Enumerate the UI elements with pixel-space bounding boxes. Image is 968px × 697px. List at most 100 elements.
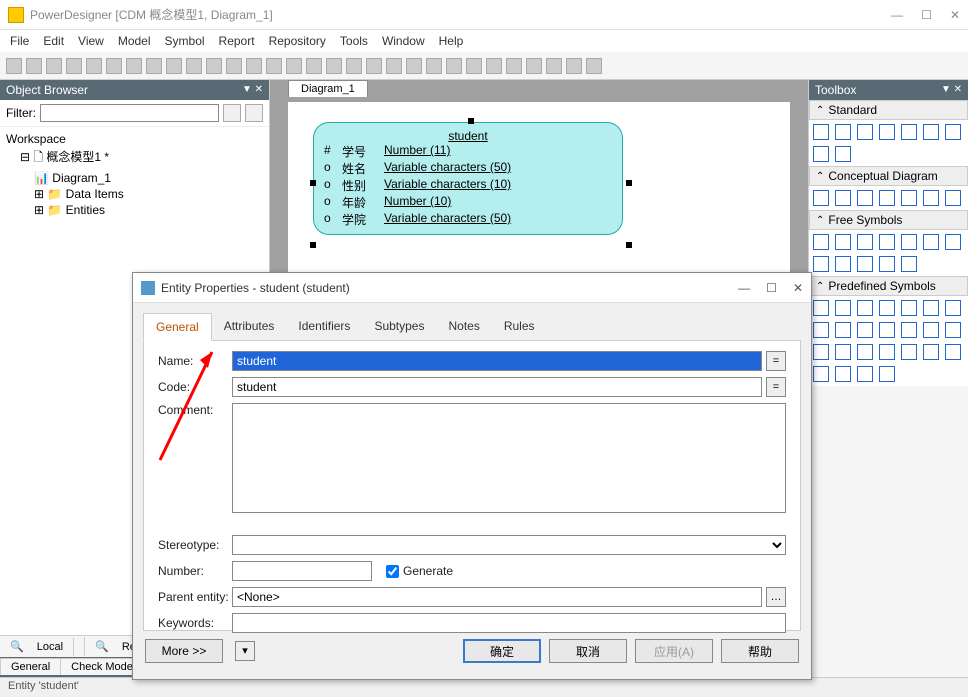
- bottom-tab-general[interactable]: General: [0, 658, 61, 675]
- browser-tab-local[interactable]: 🔍 Local: [0, 637, 85, 656]
- tree-node-diagram[interactable]: 📊 Diagram_1: [6, 170, 263, 186]
- toolbar-icon[interactable]: [586, 58, 602, 74]
- tool-misc-icon[interactable]: [857, 366, 873, 382]
- toolbar-icon[interactable]: [226, 58, 242, 74]
- parent-browse-button[interactable]: …: [766, 587, 786, 607]
- ok-button[interactable]: 确定: [463, 639, 541, 663]
- toolbar-icon[interactable]: [126, 58, 142, 74]
- tool-arc-icon[interactable]: [857, 234, 873, 250]
- toolbar-icon[interactable]: [206, 58, 222, 74]
- window-minimize-button[interactable]: —: [891, 8, 903, 22]
- toolbar-icon[interactable]: [246, 58, 262, 74]
- tool-cloud-icon[interactable]: [945, 322, 961, 338]
- tree-node-model[interactable]: ⊟ 🗋 概念模型1 *: [6, 147, 263, 170]
- menu-model[interactable]: Model: [118, 34, 151, 48]
- menu-symbol[interactable]: Symbol: [165, 34, 205, 48]
- toolbar-icon[interactable]: [486, 58, 502, 74]
- selection-handle[interactable]: [626, 180, 632, 186]
- toolbar-icon[interactable]: [506, 58, 522, 74]
- tool-copy-icon[interactable]: [813, 146, 829, 162]
- tool-rrect-icon[interactable]: [813, 256, 829, 272]
- tool-entity-icon[interactable]: [835, 190, 851, 206]
- tool-association-icon[interactable]: [901, 190, 917, 206]
- toolbar-icon[interactable]: [406, 58, 422, 74]
- tool-misc-icon[interactable]: [835, 366, 851, 382]
- tool-shape-icon[interactable]: [835, 256, 851, 272]
- tab-general[interactable]: General: [143, 313, 212, 341]
- tool-rect-icon[interactable]: [813, 234, 829, 250]
- tool-callout-icon[interactable]: [901, 322, 917, 338]
- toolbar-icon[interactable]: [466, 58, 482, 74]
- toolbar-icon[interactable]: [26, 58, 42, 74]
- tool-zoom-icon[interactable]: [901, 124, 917, 140]
- filter-options-button[interactable]: [245, 104, 263, 122]
- toolbar-icon[interactable]: [426, 58, 442, 74]
- more-button[interactable]: More >>: [145, 639, 223, 663]
- tool-pentagon-icon[interactable]: [857, 322, 873, 338]
- tab-notes[interactable]: Notes: [436, 313, 491, 340]
- tool-trapezoid-icon[interactable]: [879, 300, 895, 316]
- dialog-minimize-button[interactable]: —: [738, 281, 750, 295]
- keywords-input[interactable]: [232, 613, 786, 633]
- toolbox-section-free[interactable]: ⌃Free Symbols: [809, 210, 968, 230]
- tool-hand-icon[interactable]: [835, 124, 851, 140]
- tab-subtypes[interactable]: Subtypes: [362, 313, 436, 340]
- menu-file[interactable]: File: [10, 34, 29, 48]
- menu-window[interactable]: Window: [382, 34, 425, 48]
- selection-handle[interactable]: [468, 118, 474, 124]
- toolbar-icon[interactable]: [166, 58, 182, 74]
- tool-text-icon[interactable]: [879, 234, 895, 250]
- tool-ellipse-icon[interactable]: [945, 234, 961, 250]
- tool-shield-icon[interactable]: [879, 322, 895, 338]
- toolbox-section-conceptual[interactable]: ⌃Conceptual Diagram: [809, 166, 968, 186]
- tab-identifiers[interactable]: Identifiers: [286, 313, 362, 340]
- diagram-tab[interactable]: Diagram_1: [288, 80, 368, 97]
- number-input[interactable]: [232, 561, 372, 581]
- tool-polyline-icon[interactable]: [901, 234, 917, 250]
- toolbar-icon[interactable]: [46, 58, 62, 74]
- tree-node-workspace[interactable]: Workspace: [6, 131, 263, 147]
- tree-node-entities[interactable]: ⊞ 📁 Entities: [6, 202, 263, 218]
- toolbar-icon[interactable]: [446, 58, 462, 74]
- toolbar-icon[interactable]: [106, 58, 122, 74]
- toolbar-icon[interactable]: [366, 58, 382, 74]
- tool-arrow-icon[interactable]: [835, 300, 851, 316]
- toolbar-icon[interactable]: [346, 58, 362, 74]
- toolbar-icon[interactable]: [306, 58, 322, 74]
- tool-cut-icon[interactable]: [945, 124, 961, 140]
- name-input[interactable]: [232, 351, 762, 371]
- window-close-button[interactable]: ✕: [950, 8, 960, 22]
- toolbar-icon[interactable]: [326, 58, 342, 74]
- tool-link-icon[interactable]: [923, 190, 939, 206]
- panel-caret-icon[interactable]: ▼ ✕: [242, 80, 263, 100]
- menu-help[interactable]: Help: [439, 34, 464, 48]
- tool-stack-icon[interactable]: [835, 344, 851, 360]
- tool-actor-icon[interactable]: [923, 344, 939, 360]
- tool-shape-icon[interactable]: [901, 256, 917, 272]
- tool-shape-icon[interactable]: [879, 256, 895, 272]
- tab-rules[interactable]: Rules: [492, 313, 547, 340]
- comment-textarea[interactable]: [232, 403, 786, 513]
- tool-misc-icon[interactable]: [945, 344, 961, 360]
- cancel-button[interactable]: 取消: [549, 639, 627, 663]
- selection-handle[interactable]: [310, 242, 316, 248]
- toolbar-icon[interactable]: [286, 58, 302, 74]
- menu-tools[interactable]: Tools: [340, 34, 368, 48]
- toolbox-section-standard[interactable]: ⌃Standard: [809, 100, 968, 120]
- tool-stack2-icon[interactable]: [857, 344, 873, 360]
- toolbar-icon[interactable]: [146, 58, 162, 74]
- toolbar-icon[interactable]: [186, 58, 202, 74]
- tool-relationship-icon[interactable]: [857, 190, 873, 206]
- tool-paste-icon[interactable]: [835, 146, 851, 162]
- entity-student[interactable]: student #学号Number (11) o姓名Variable chara…: [313, 122, 623, 235]
- tool-diamond-icon[interactable]: [901, 300, 917, 316]
- apply-button[interactable]: 应用(A): [635, 639, 713, 663]
- toolbox-section-predefined[interactable]: ⌃Predefined Symbols: [809, 276, 968, 296]
- tool-square-icon[interactable]: [857, 300, 873, 316]
- toolbar-icon[interactable]: [86, 58, 102, 74]
- tool-octagon-icon[interactable]: [835, 322, 851, 338]
- dialog-close-button[interactable]: ✕: [793, 281, 803, 295]
- tool-cylinder-icon[interactable]: [901, 344, 917, 360]
- toolbar-icon[interactable]: [386, 58, 402, 74]
- menu-icon-button[interactable]: ▾: [235, 641, 255, 661]
